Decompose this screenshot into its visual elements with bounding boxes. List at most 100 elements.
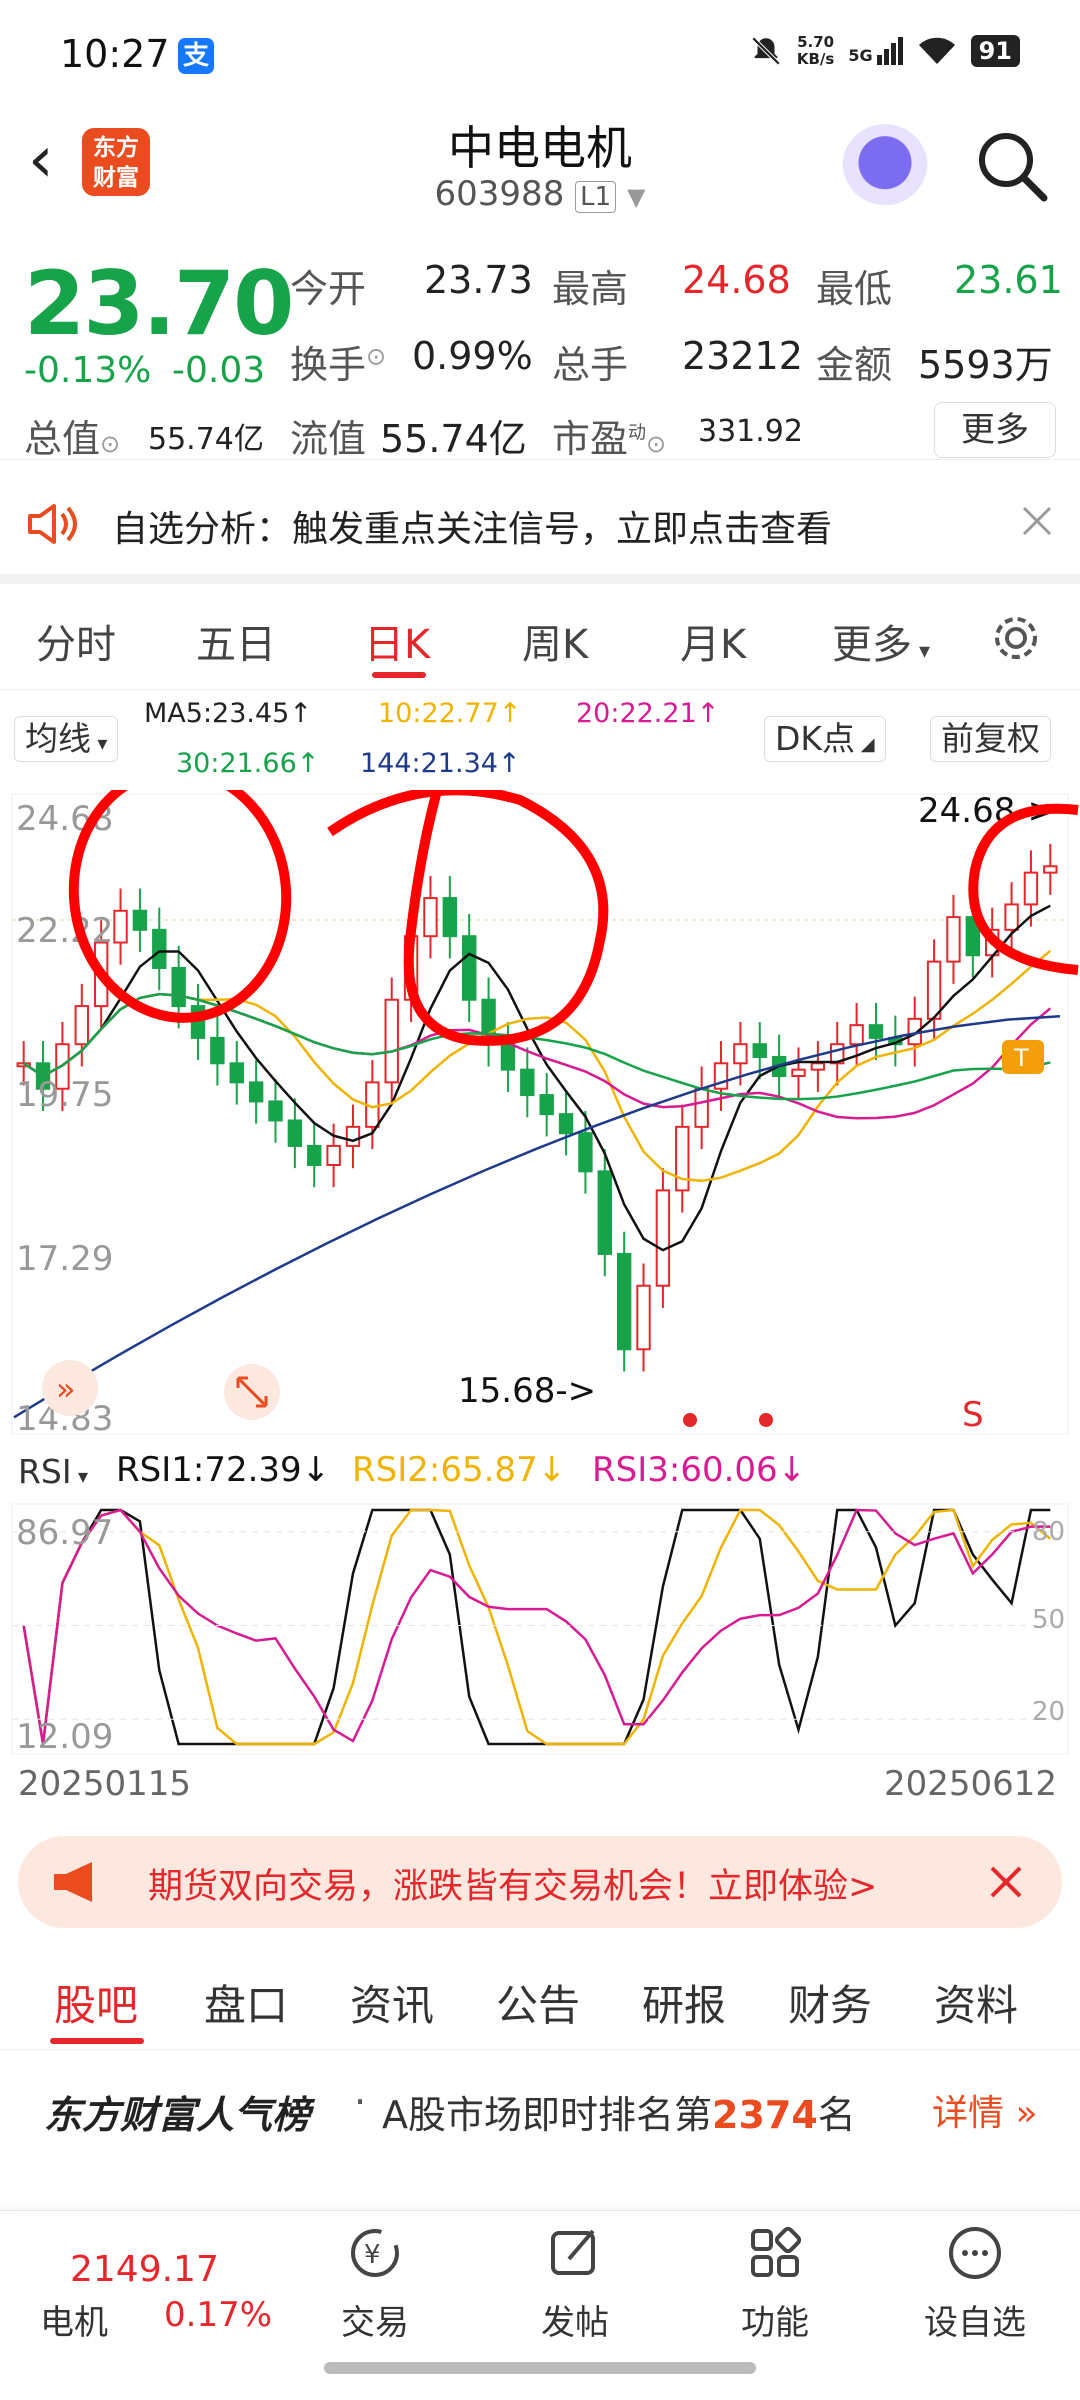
candle	[248, 1081, 264, 1103]
watchlist-analysis-banner[interactable]: 自选分析：触发重点关注信号，立即点击查看	[0, 460, 1080, 584]
rank-detail-link[interactable]: 详情 »	[932, 2084, 1037, 2136]
ma20-label: 20:22.21↑	[576, 698, 720, 729]
candle	[384, 998, 399, 1084]
candle	[210, 1036, 225, 1065]
trade-icon: ¥	[351, 2229, 399, 2277]
rsi-level-20: 20	[1032, 1697, 1065, 1727]
rsi-select[interactable]: RSI ▾	[14, 1450, 93, 1496]
index-name[interactable]: 电机	[40, 2295, 108, 2344]
nav-trade[interactable]: ¥ 交易	[275, 2221, 475, 2344]
current-price: 23.70	[24, 252, 294, 355]
ad-text: 期货双向交易，涨跌皆有交易机会！立即体验>	[148, 1867, 878, 1907]
rsi1-label: RSI1:72.39↓	[116, 1450, 331, 1490]
open-label: 今开	[290, 267, 367, 311]
float-label: 流值	[290, 417, 367, 461]
quote-panel: 23.70 -0.13% -0.03 今开 23.73 最高 24.68 最低 …	[0, 230, 1080, 461]
candle	[1043, 865, 1058, 874]
tab-news[interactable]: 资讯	[350, 1972, 434, 2033]
banner-text: 自选分析：触发重点关注信号，立即点击查看	[112, 509, 833, 550]
tab-announcements[interactable]: 公告	[496, 1972, 580, 2033]
candle	[946, 916, 961, 963]
open-value: 23.73	[424, 258, 533, 302]
svg-text:¥: ¥	[364, 2240, 381, 2270]
gear-icon[interactable]	[990, 612, 1042, 664]
home-indicator[interactable]	[324, 2362, 756, 2374]
rsi2-label: RSI2:65.87↓	[352, 1450, 567, 1490]
turnover-value: 0.99%	[412, 334, 533, 378]
rsi-y-bottom: 12.09	[16, 1717, 113, 1757]
amount-value: 5593万	[918, 343, 1053, 387]
tab-daily-k[interactable]: 日K	[364, 612, 430, 670]
change-abs: -0.03	[172, 350, 266, 391]
candle	[326, 1144, 341, 1166]
alipay-icon: 支	[178, 38, 214, 74]
rsi2-line	[22, 1508, 1052, 1746]
pe-value: 331.92	[698, 414, 803, 449]
rsi-chart[interactable]: 86.97 12.09 80 50 20	[0, 1500, 1080, 1760]
tab-orderbook[interactable]: 盘口	[204, 1972, 288, 2033]
assistant-robot-icon[interactable]	[842, 124, 928, 210]
candle	[539, 1094, 554, 1116]
futures-ad-banner[interactable]: 期货双向交易，涨跌皆有交易机会！立即体验>	[18, 1836, 1062, 1928]
candle	[675, 1125, 690, 1192]
tab-intraday[interactable]: 分时	[36, 612, 116, 670]
date-end: 20250612	[884, 1764, 1058, 1804]
candle	[636, 1284, 651, 1351]
info-tabs: 股吧 盘口 资讯 公告 研报 财务 资料	[0, 1960, 1080, 2050]
mktcap-value: 55.74亿	[148, 422, 264, 457]
nav-post[interactable]: 发帖	[475, 2221, 675, 2344]
network-speed: 5.70 KB/s	[796, 33, 835, 68]
candle	[268, 1100, 283, 1122]
index-value[interactable]: 2149.17	[70, 2249, 219, 2290]
tab-finance[interactable]: 财务	[788, 1972, 872, 2033]
tab-profile[interactable]: 资料	[934, 1972, 1018, 2033]
tab-five-day[interactable]: 五日	[196, 612, 276, 670]
candle	[442, 897, 458, 938]
candle	[655, 1189, 671, 1287]
adjust-button[interactable]: 前复权	[930, 716, 1051, 762]
candle	[287, 1119, 303, 1147]
volume-label: 总手	[552, 343, 629, 387]
rsi3-label: RSI3:60.06↓	[592, 1450, 807, 1490]
close-icon[interactable]	[1020, 504, 1054, 538]
low-value: 23.61	[954, 258, 1063, 302]
more-button[interactable]: 更多	[934, 402, 1056, 458]
high-value: 24.68	[682, 258, 791, 302]
ma-select[interactable]: 均线 ▾	[14, 716, 119, 762]
search-icon[interactable]	[972, 126, 1052, 206]
ma144-line	[13, 1015, 1061, 1419]
rsi-y-top: 86.97	[16, 1513, 113, 1553]
tab-guba[interactable]: 股吧	[54, 1972, 138, 2033]
popularity-rank-row[interactable]: 东方财富人气榜 · A股市场即时排名第2374名 详情 »	[0, 2050, 1080, 2160]
tab-monthly-k[interactable]: 月K	[680, 612, 746, 670]
wifi-icon	[918, 37, 955, 64]
speaker-icon	[28, 504, 77, 544]
candle	[868, 1024, 884, 1039]
candle	[74, 1005, 89, 1046]
candle	[1004, 903, 1019, 931]
nav-add-watchlist[interactable]: 设自选	[875, 2221, 1075, 2344]
high-label: 最高	[552, 267, 629, 311]
tab-more[interactable]: 更多 ▾	[832, 612, 930, 670]
candle	[462, 935, 477, 1001]
index-change[interactable]: 0.17%	[164, 2295, 272, 2335]
tab-research[interactable]: 研报	[642, 1972, 726, 2033]
rsi1-line	[22, 1508, 1051, 1746]
candle	[810, 1062, 826, 1071]
pe-label: 市盈动⊙	[552, 417, 667, 461]
candle	[597, 1170, 612, 1255]
tab-weekly-k[interactable]: 周K	[522, 612, 588, 670]
ma30-label: 30:21.66↑	[176, 748, 320, 779]
turnover-label: 换手⊙	[290, 342, 387, 387]
kline-chart[interactable]: 24.68 22.22 19.75 17.29 14.83 24.68-> 15…	[0, 790, 1080, 1440]
close-icon[interactable]	[986, 1862, 1026, 1902]
dk-point-button[interactable]: DK点 ◢	[764, 716, 886, 762]
rsi3-line	[22, 1508, 1051, 1745]
candle	[132, 909, 148, 931]
ma10-label: 10:22.77↑	[378, 698, 522, 729]
more-dots-icon	[949, 2227, 1001, 2279]
candle	[229, 1062, 244, 1084]
nav-functions[interactable]: 功能	[675, 2221, 875, 2344]
candle	[1023, 871, 1039, 906]
battery-icon: 91	[970, 35, 1020, 67]
